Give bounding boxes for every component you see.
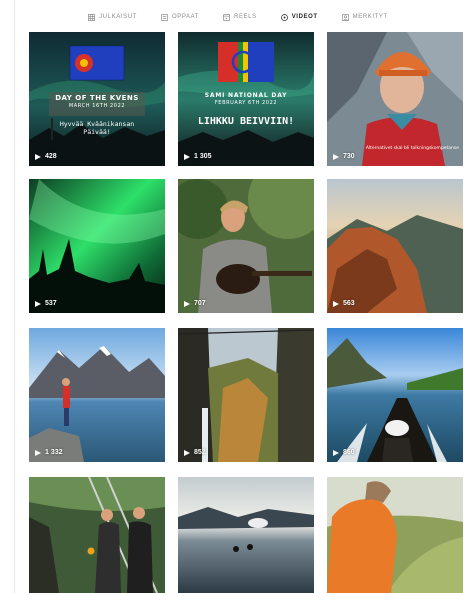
tag-icon <box>341 13 349 21</box>
video-thumbnail <box>29 179 165 313</box>
overlay-caption: Alternativet skal bli tolkningskompetans… <box>365 146 459 151</box>
tab-label: JULKAISUT <box>99 14 137 20</box>
video-thumbnail <box>178 328 314 462</box>
video-tile[interactable] <box>327 477 463 593</box>
tab-merkityt[interactable]: MERKITYT <box>341 13 388 21</box>
tab-label: VIDEOT <box>291 14 318 20</box>
reels-icon <box>223 13 231 21</box>
play-icon <box>184 300 190 307</box>
overlay-greeting-2: Päivää! <box>83 128 111 136</box>
profile-frame: JULKAISUT OPPAAT REELS VIDEOT MERKITYT D… <box>14 0 463 593</box>
video-icon <box>280 13 288 21</box>
video-tile[interactable]: 852 <box>178 328 314 462</box>
overlay-date: FEBRUARY 6TH 2022 <box>214 100 278 106</box>
video-tile[interactable]: 563 <box>327 179 463 313</box>
overlay-greeting: LIHKKU BEIVVIIN! <box>197 116 295 127</box>
play-icon <box>333 153 339 160</box>
video-tile[interactable] <box>29 477 165 593</box>
video-thumbnail <box>327 328 463 462</box>
play-icon <box>184 449 190 456</box>
video-tile[interactable]: SAMI NATIONAL DAY FEBRUARY 6TH 2022 LIHK… <box>178 32 314 166</box>
view-count: 1 332 <box>35 449 63 456</box>
video-thumbnail <box>178 179 314 313</box>
video-tile[interactable] <box>178 477 314 593</box>
view-count: 730 <box>333 153 355 160</box>
video-thumbnail <box>327 477 463 593</box>
video-thumbnail <box>327 179 463 313</box>
play-icon <box>35 449 41 456</box>
tab-label: MERKITYT <box>352 14 388 20</box>
view-count: 428 <box>35 153 57 160</box>
overlay-title: SAMI NATIONAL DAY <box>204 92 288 99</box>
video-tile[interactable]: DAY OF THE KVENS MARCH 16TH 2022 Hyvvää … <box>29 32 165 166</box>
tab-oppaat[interactable]: OPPAAT <box>160 13 200 21</box>
video-thumbnail <box>29 477 165 593</box>
video-tile[interactable]: 537 <box>29 179 165 313</box>
tab-label: REELS <box>234 14 257 20</box>
video-tile[interactable]: Alternativet skal bli tolkningskompetans… <box>327 32 463 166</box>
video-thumbnail <box>29 328 165 462</box>
video-tile[interactable]: 707 <box>178 179 314 313</box>
tab-label: OPPAAT <box>171 14 200 20</box>
overlay-date: MARCH 16TH 2022 <box>68 103 126 109</box>
view-count: 852 <box>184 449 206 456</box>
overlay-greeting: Hyvvää Kväänikansan <box>59 120 135 128</box>
play-icon <box>35 153 41 160</box>
guide-icon <box>160 13 168 21</box>
view-count: 707 <box>184 300 206 307</box>
play-icon <box>184 153 190 160</box>
video-tile[interactable]: 1 332 <box>29 328 165 462</box>
tab-videot[interactable]: VIDEOT <box>280 13 318 21</box>
view-count: 1 305 <box>184 153 212 160</box>
video-tile[interactable]: 860 <box>327 328 463 462</box>
tab-reels[interactable]: REELS <box>223 13 257 21</box>
tab-julkaisut[interactable]: JULKAISUT <box>88 13 137 21</box>
profile-tabs: JULKAISUT OPPAAT REELS VIDEOT MERKITYT <box>15 0 461 34</box>
overlay-title: DAY OF THE KVENS <box>55 94 139 102</box>
play-icon <box>333 300 339 307</box>
grid-icon <box>88 13 96 21</box>
play-icon <box>333 449 339 456</box>
play-icon <box>35 300 41 307</box>
video-thumbnail <box>178 32 314 166</box>
view-count: 860 <box>333 449 355 456</box>
view-count: 563 <box>333 300 355 307</box>
view-count: 537 <box>35 300 57 307</box>
video-thumbnail <box>178 477 314 593</box>
